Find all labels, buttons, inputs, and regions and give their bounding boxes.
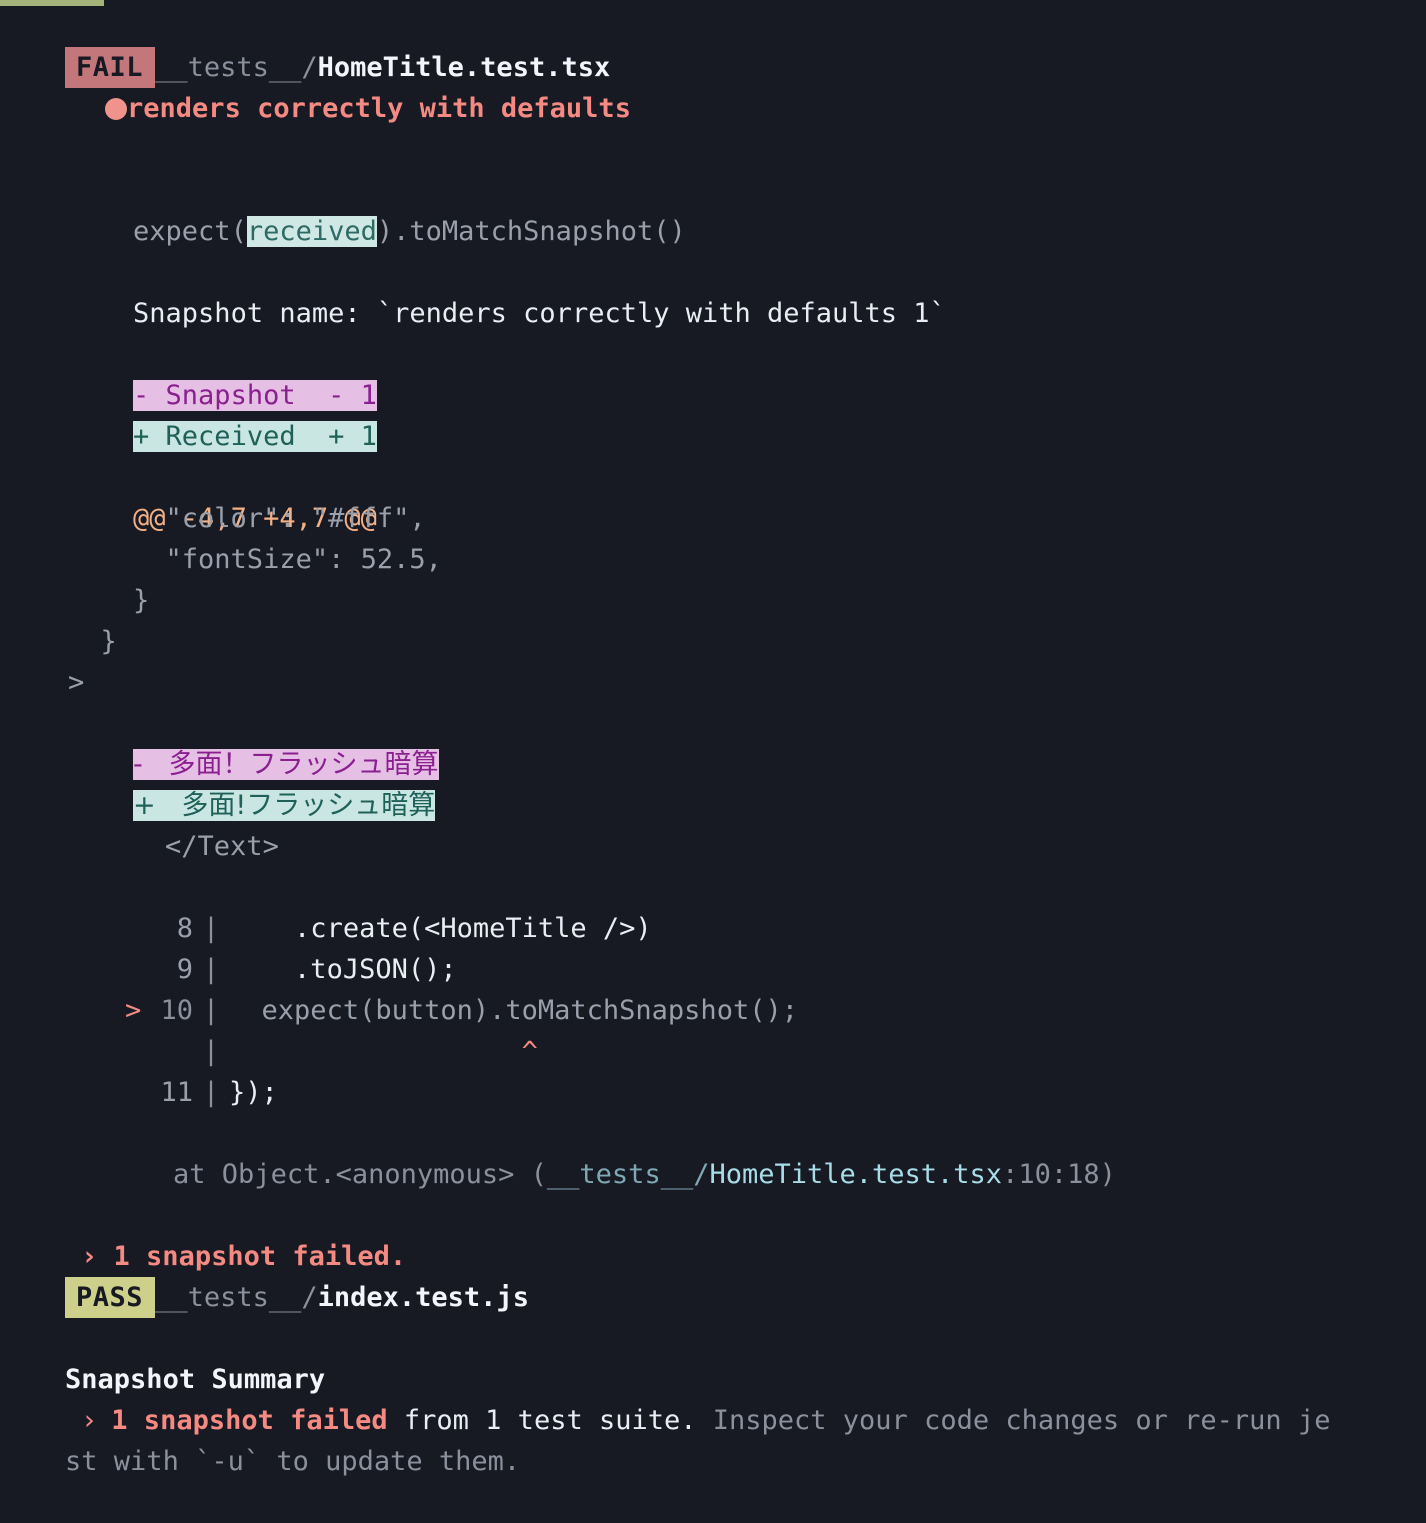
diff-added-text: + 多面!フラッシュ暗算	[133, 790, 436, 821]
diff-context-line: "color": "#fff",	[0, 498, 1426, 539]
stack-trace-file: HomeTitle.test.tsx	[709, 1159, 1003, 1190]
summary-failed-count: 1 snapshot failed	[111, 1405, 388, 1436]
snapshot-name-line: Snapshot name: `renders correctly with d…	[0, 252, 1426, 329]
diff-closing-tag: </Text>	[165, 831, 279, 862]
suite-header-fail[interactable]: FAIL __tests__/HomeTitle.test.tsx	[0, 0, 1426, 88]
diff-context-text: }	[68, 585, 150, 616]
code-frame-code: .create(<HomeTitle />)	[229, 913, 652, 944]
status-badge-pass: PASS	[65, 1277, 156, 1318]
diff-context-text: "fontSize": 52.5,	[68, 544, 442, 575]
code-frame-code: });	[229, 1077, 278, 1108]
diff-context-line: }	[0, 580, 1426, 621]
code-frame-pointer-caret: ^	[229, 1036, 538, 1067]
diff-removed-line: - 多面！フラッシュ暗算	[0, 703, 1426, 780]
diff-hunk-header-line: @@ -4,7 +4,7 @@	[0, 457, 1426, 534]
suite-filename: index.test.js	[317, 1282, 529, 1313]
code-frame-separator: |	[202, 1077, 220, 1108]
matcher-received-token: received	[246, 216, 377, 247]
stack-trace-prefix: at Object.<anonymous> (	[173, 1159, 547, 1190]
code-frame-row: 8 | .create(<HomeTitle />)	[0, 867, 1426, 944]
suite-dir: __tests__/	[155, 52, 318, 83]
matcher-suffix: ).toMatchSnapshot()	[376, 216, 686, 247]
status-badge-fail: FAIL	[65, 47, 156, 88]
code-frame-number: 10	[160, 995, 194, 1026]
diff-legend-removed: - Snapshot - 1	[133, 380, 377, 411]
suite-dir: __tests__/	[155, 1282, 318, 1313]
matcher-line: expect(received).toMatchSnapshot()	[0, 170, 1426, 247]
suite-filename: HomeTitle.test.tsx	[317, 52, 611, 83]
code-frame-number: 11	[160, 1077, 194, 1108]
snapshot-failed-text: › 1 snapshot failed.	[81, 1241, 407, 1272]
code-frame-number: 9	[176, 954, 194, 985]
terminal-output: FAIL __tests__/HomeTitle.test.tsx renders…	[0, 0, 1426, 1477]
diff-context-line: }	[0, 621, 1426, 662]
summary-hint-part2: st with `-u` to update them.	[65, 1446, 521, 1477]
diff-legend-added: + Received + 1	[133, 421, 377, 452]
diff-legend-removed-line: - Snapshot - 1	[0, 334, 1426, 411]
code-frame-separator: |	[202, 1036, 220, 1067]
summary-hint-part1: Inspect your code changes or re-run je	[712, 1405, 1331, 1436]
failing-test-name: renders correctly with defaults	[127, 93, 631, 124]
code-frame-separator: |	[202, 995, 220, 1026]
code-frame-code: .toJSON();	[229, 954, 457, 985]
diff-context-text: >	[68, 667, 85, 698]
stack-trace-dir: __tests__/	[546, 1159, 710, 1190]
matcher-prefix: expect(	[133, 216, 247, 247]
code-frame-code: expect(button).toMatchSnapshot();	[229, 995, 798, 1026]
code-frame-separator: |	[202, 913, 220, 944]
diff-context-text: }	[68, 626, 117, 657]
diff-context-text: "color": "#fff",	[68, 503, 426, 534]
diff-context-line: >	[0, 662, 1426, 703]
failure-bullet-icon	[105, 98, 128, 120]
snapshot-name-value: `renders correctly with defaults 1`	[376, 298, 946, 329]
code-frame-separator: |	[202, 954, 220, 985]
clipped-pass-badge-strip	[0, 0, 104, 6]
diff-context-line: "fontSize": 52.5,	[0, 539, 1426, 580]
code-frame-number: 8	[176, 913, 194, 944]
stack-trace-line[interactable]: at Object.<anonymous> (__tests__/HomeTit…	[0, 1113, 1426, 1190]
code-frame-error-marker: >	[125, 995, 142, 1026]
diff-removed-text: - 多面！フラッシュ暗算	[133, 749, 439, 780]
stack-trace-location: :10:18	[1002, 1159, 1100, 1190]
snapshot-failed-line: › 1 snapshot failed.	[0, 1195, 1426, 1272]
summary-from-suite: from 1 test suite.	[387, 1405, 713, 1436]
snapshot-summary-title-line: Snapshot Summary	[0, 1318, 1426, 1395]
summary-bullet-icon: ›	[81, 1405, 98, 1436]
snapshot-name-label: Snapshot name:	[133, 298, 377, 329]
stack-trace-suffix: )	[1099, 1159, 1116, 1190]
